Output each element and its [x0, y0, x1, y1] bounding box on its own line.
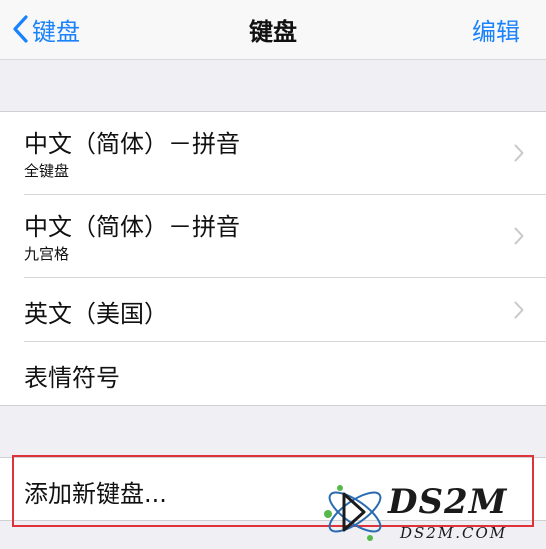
watermark-subtitle: DS2M.COM	[400, 524, 508, 542]
edit-button[interactable]: 编辑	[472, 12, 520, 47]
keyboard-item-pinyin-9key[interactable]: 中文（简体）－拼音 九宫格	[0, 195, 546, 278]
watermark-title: DS2M	[388, 482, 508, 522]
navigation-bar: 键盘 键盘 编辑	[0, 0, 546, 60]
keyboard-item-title: 英文（美国）	[24, 300, 168, 328]
keyboard-item-title: 中文（简体）－拼音	[24, 130, 240, 158]
keyboard-item-emoji[interactable]: 表情符号	[0, 342, 546, 405]
watermark: DS2M DS2M.COM	[320, 476, 540, 548]
keyboard-item-subtitle: 九宫格	[24, 245, 70, 263]
keyboard-item-english-us[interactable]: 英文（美国）	[0, 278, 546, 342]
keyboard-item-pinyin-full[interactable]: 中文（简体）－拼音 全键盘	[0, 112, 546, 195]
keyboard-item-title: 中文（简体）－拼音	[24, 213, 240, 241]
chevron-right-icon	[514, 227, 524, 245]
keyboard-item-title: 表情符号	[24, 364, 120, 392]
keyboard-list: 中文（简体）－拼音 全键盘 中文（简体）－拼音 九宫格 英文（美国） 表情符号	[0, 111, 546, 406]
page-title: 键盘	[249, 18, 297, 46]
keyboard-item-subtitle: 全键盘	[24, 162, 70, 180]
chevron-right-icon	[514, 301, 524, 319]
chevron-right-icon	[514, 144, 524, 162]
atom-logo-icon	[324, 485, 382, 541]
